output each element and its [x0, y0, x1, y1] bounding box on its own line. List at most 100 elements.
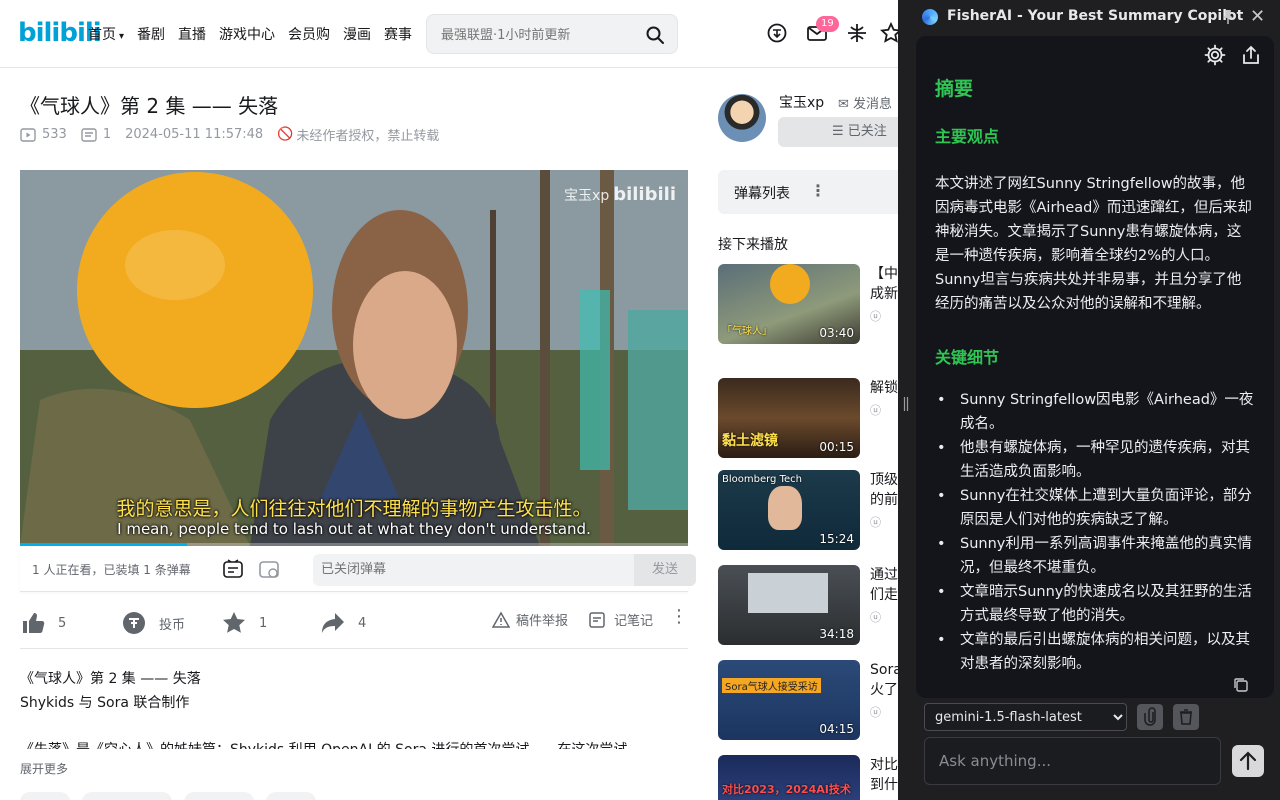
- rec-title[interactable]: 【中: [870, 264, 900, 284]
- rec-thumbnail[interactable]: Bloomberg Tech 15:24: [718, 470, 860, 550]
- balloon-shape: [770, 264, 810, 304]
- danmaku-list-toggle[interactable]: 弹幕列表 ⋮: [718, 170, 918, 214]
- nav-home[interactable]: 首页 ▾: [88, 24, 124, 44]
- next-play-heading: 接下来播放: [718, 237, 788, 253]
- list-item: 文章的最后引出螺旋体病的相关问题，以及其对患者的深刻影响。: [935, 628, 1255, 676]
- nav-game-center[interactable]: 游戏中心: [219, 24, 275, 44]
- danmaku-toggle-icon[interactable]: [222, 558, 244, 580]
- attach-button[interactable]: [1137, 704, 1163, 730]
- rec-thumbnail[interactable]: 黏土滤镜 00:15: [718, 378, 860, 458]
- ask-box: [924, 737, 1221, 785]
- nav-anime[interactable]: 番剧: [137, 24, 165, 44]
- tag-pill[interactable]: [20, 792, 70, 800]
- rec-title-line2[interactable]: 到什: [870, 775, 900, 795]
- rec-title-line2[interactable]: 成新: [870, 284, 900, 304]
- rec-caption: Sora气球人接受采访: [722, 678, 821, 693]
- nav-live[interactable]: 直播: [178, 24, 206, 44]
- rec-uploader-icon: ⓤ: [870, 516, 881, 529]
- video-watermark: 宝玉xp bilibili: [564, 184, 676, 205]
- expand-more-link[interactable]: 展开更多: [20, 760, 68, 777]
- rec-uploader-icon: ⓤ: [870, 404, 881, 417]
- dynamic-icon[interactable]: [846, 22, 868, 44]
- pin-icon[interactable]: [1220, 9, 1236, 25]
- rec-title[interactable]: 顶级: [870, 470, 900, 490]
- rec-title[interactable]: 解锁: [870, 378, 900, 398]
- more-options-icon[interactable]: ⋮: [670, 606, 688, 627]
- note-button[interactable]: 记笔记: [588, 610, 653, 629]
- rec-title[interactable]: 对比: [870, 755, 900, 775]
- uploader-name[interactable]: 宝玉xp: [779, 92, 824, 112]
- danmaku-input[interactable]: [321, 562, 621, 577]
- nav-mall[interactable]: 会员购: [288, 24, 330, 44]
- video-player[interactable]: 宝玉xp bilibili 我的意思是，人们往往对他们不理解的事物产生攻击性。 I…: [20, 170, 688, 546]
- search-box: [426, 14, 678, 54]
- note-icon: [589, 611, 605, 628]
- rec-thumbnail[interactable]: 对比2023，2024AI技术: [718, 755, 860, 800]
- main-points-heading: 主要观点: [935, 127, 1000, 146]
- share-export-icon[interactable]: [1240, 44, 1262, 66]
- star-icon: [223, 612, 245, 633]
- rec-uploader-icon: ⓤ: [870, 310, 881, 323]
- list-item: Sunny利用一系列高调事件来掩盖他的真实情况，但最终不堪重负。: [935, 532, 1255, 580]
- share-button[interactable]: 4: [320, 610, 366, 636]
- rec-title[interactable]: Sora: [870, 660, 900, 680]
- follow-button[interactable]: ☰ 已关注: [778, 117, 918, 147]
- panel-title: FisherAI - Your Best Summary Copilot: [947, 8, 1244, 24]
- rec-thumbnail[interactable]: 34:18: [718, 565, 860, 645]
- danmaku-settings-icon[interactable]: [258, 558, 280, 580]
- key-details-list: Sunny Stringfellow因电影《Airhead》一夜成名。 他患有螺…: [935, 388, 1255, 676]
- fisherai-logo-icon: [922, 9, 938, 25]
- premium-icon[interactable]: [766, 22, 788, 44]
- rec-duration: 00:15: [819, 440, 854, 454]
- rec-title-line2[interactable]: 们走: [870, 585, 900, 605]
- video-meta: 533 1 2024-05-11 11:57:48 🚫 未经作者授权，禁止转载: [20, 125, 453, 144]
- share-arrow-icon: [322, 613, 344, 633]
- coin-button[interactable]: 投币: [121, 610, 185, 636]
- copy-icon[interactable]: [1232, 676, 1250, 694]
- key-details-heading: 关键细节: [935, 348, 1000, 367]
- report-button[interactable]: 稿件举报: [492, 610, 568, 629]
- more-options-icon[interactable]: ⋮: [810, 181, 826, 200]
- section-divider: [20, 648, 688, 649]
- subtitle-english: I mean, people tend to lash out at what …: [117, 520, 591, 538]
- gear-icon[interactable]: [1204, 44, 1226, 66]
- fisherai-panel: FisherAI - Your Best Summary Copilot ✕ 摘…: [898, 0, 1280, 800]
- tag-pill[interactable]: [266, 792, 316, 800]
- favorite-button[interactable]: 1: [221, 610, 267, 636]
- description-line-2: Shykids 与 Sora 联合制作: [20, 695, 190, 711]
- list-item: 文章暗示Sunny的快速成名以及其狂野的生活方式最终导致了他的消失。: [935, 580, 1255, 628]
- search-input[interactable]: [441, 25, 641, 45]
- send-message-link[interactable]: ✉ 发消息: [838, 93, 892, 112]
- like-button[interactable]: 5: [20, 610, 66, 636]
- rec-caption: 对比2023，2024AI技术: [722, 783, 851, 796]
- watching-count: 1 人正在看，已装填 1 条弹幕: [32, 563, 191, 577]
- subtitle-chinese: 我的意思是，人们往往对他们不理解的事物产生攻击性。: [116, 498, 592, 520]
- nav-manga[interactable]: 漫画: [343, 24, 371, 44]
- uploader-avatar[interactable]: [718, 94, 766, 142]
- main-points-text: 本文讲述了网红Sunny Stringfellow的故事，他因病毒式电影《Air…: [935, 176, 1252, 312]
- model-select[interactable]: gemini-1.5-flash-latest: [924, 703, 1127, 731]
- arrow-up-icon: [1239, 751, 1257, 771]
- rec-title[interactable]: 通过: [870, 565, 900, 585]
- tag-pill[interactable]: [82, 792, 172, 800]
- speaker-shape: [768, 486, 802, 530]
- tag-pill[interactable]: [184, 792, 254, 800]
- close-icon[interactable]: ✕: [1250, 6, 1265, 27]
- rec-duration: 15:24: [819, 532, 854, 546]
- nav-esports[interactable]: 赛事: [384, 24, 412, 44]
- rec-thumbnail[interactable]: Sora气球人接受采访 04:15: [718, 660, 860, 740]
- send-button[interactable]: [1232, 745, 1264, 777]
- resize-handle-icon[interactable]: [903, 396, 909, 412]
- rec-thumbnail[interactable]: 「气球人」 03:40: [718, 264, 860, 344]
- clear-button[interactable]: [1173, 704, 1199, 730]
- notification-badge: 19: [816, 16, 839, 32]
- rec-title-line2[interactable]: 火了: [870, 680, 900, 700]
- rec-duration: 34:18: [819, 627, 854, 641]
- ask-input[interactable]: [939, 752, 1199, 770]
- list-item: Sunny在社交媒体上遭到大量负面评论，部分原因是人们对他的疾病缺乏了解。: [935, 484, 1255, 532]
- search-icon[interactable]: [645, 25, 665, 45]
- danmaku-send-button[interactable]: 发送: [634, 554, 696, 586]
- trash-icon: [1180, 709, 1192, 725]
- rec-title-line2[interactable]: 的前: [870, 490, 900, 510]
- rec-caption: Bloomberg Tech: [722, 474, 802, 485]
